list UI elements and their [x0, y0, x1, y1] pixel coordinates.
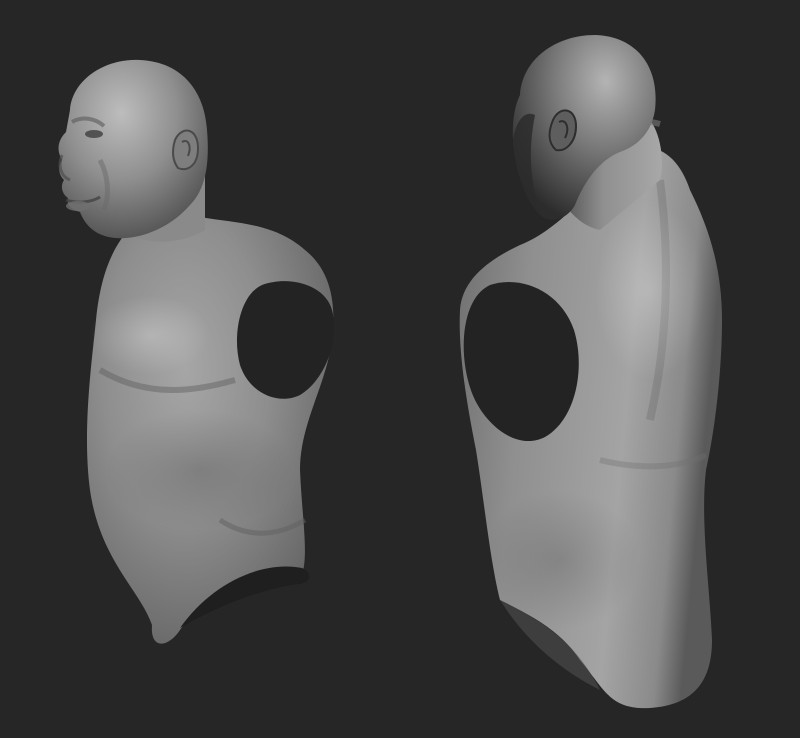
front-three-quarter-figure — [58, 59, 335, 644]
render-viewport — [0, 0, 800, 738]
left-ear — [172, 129, 200, 170]
sculpt-render-canvas — [58, 35, 722, 709]
back-three-quarter-figure — [459, 35, 722, 709]
